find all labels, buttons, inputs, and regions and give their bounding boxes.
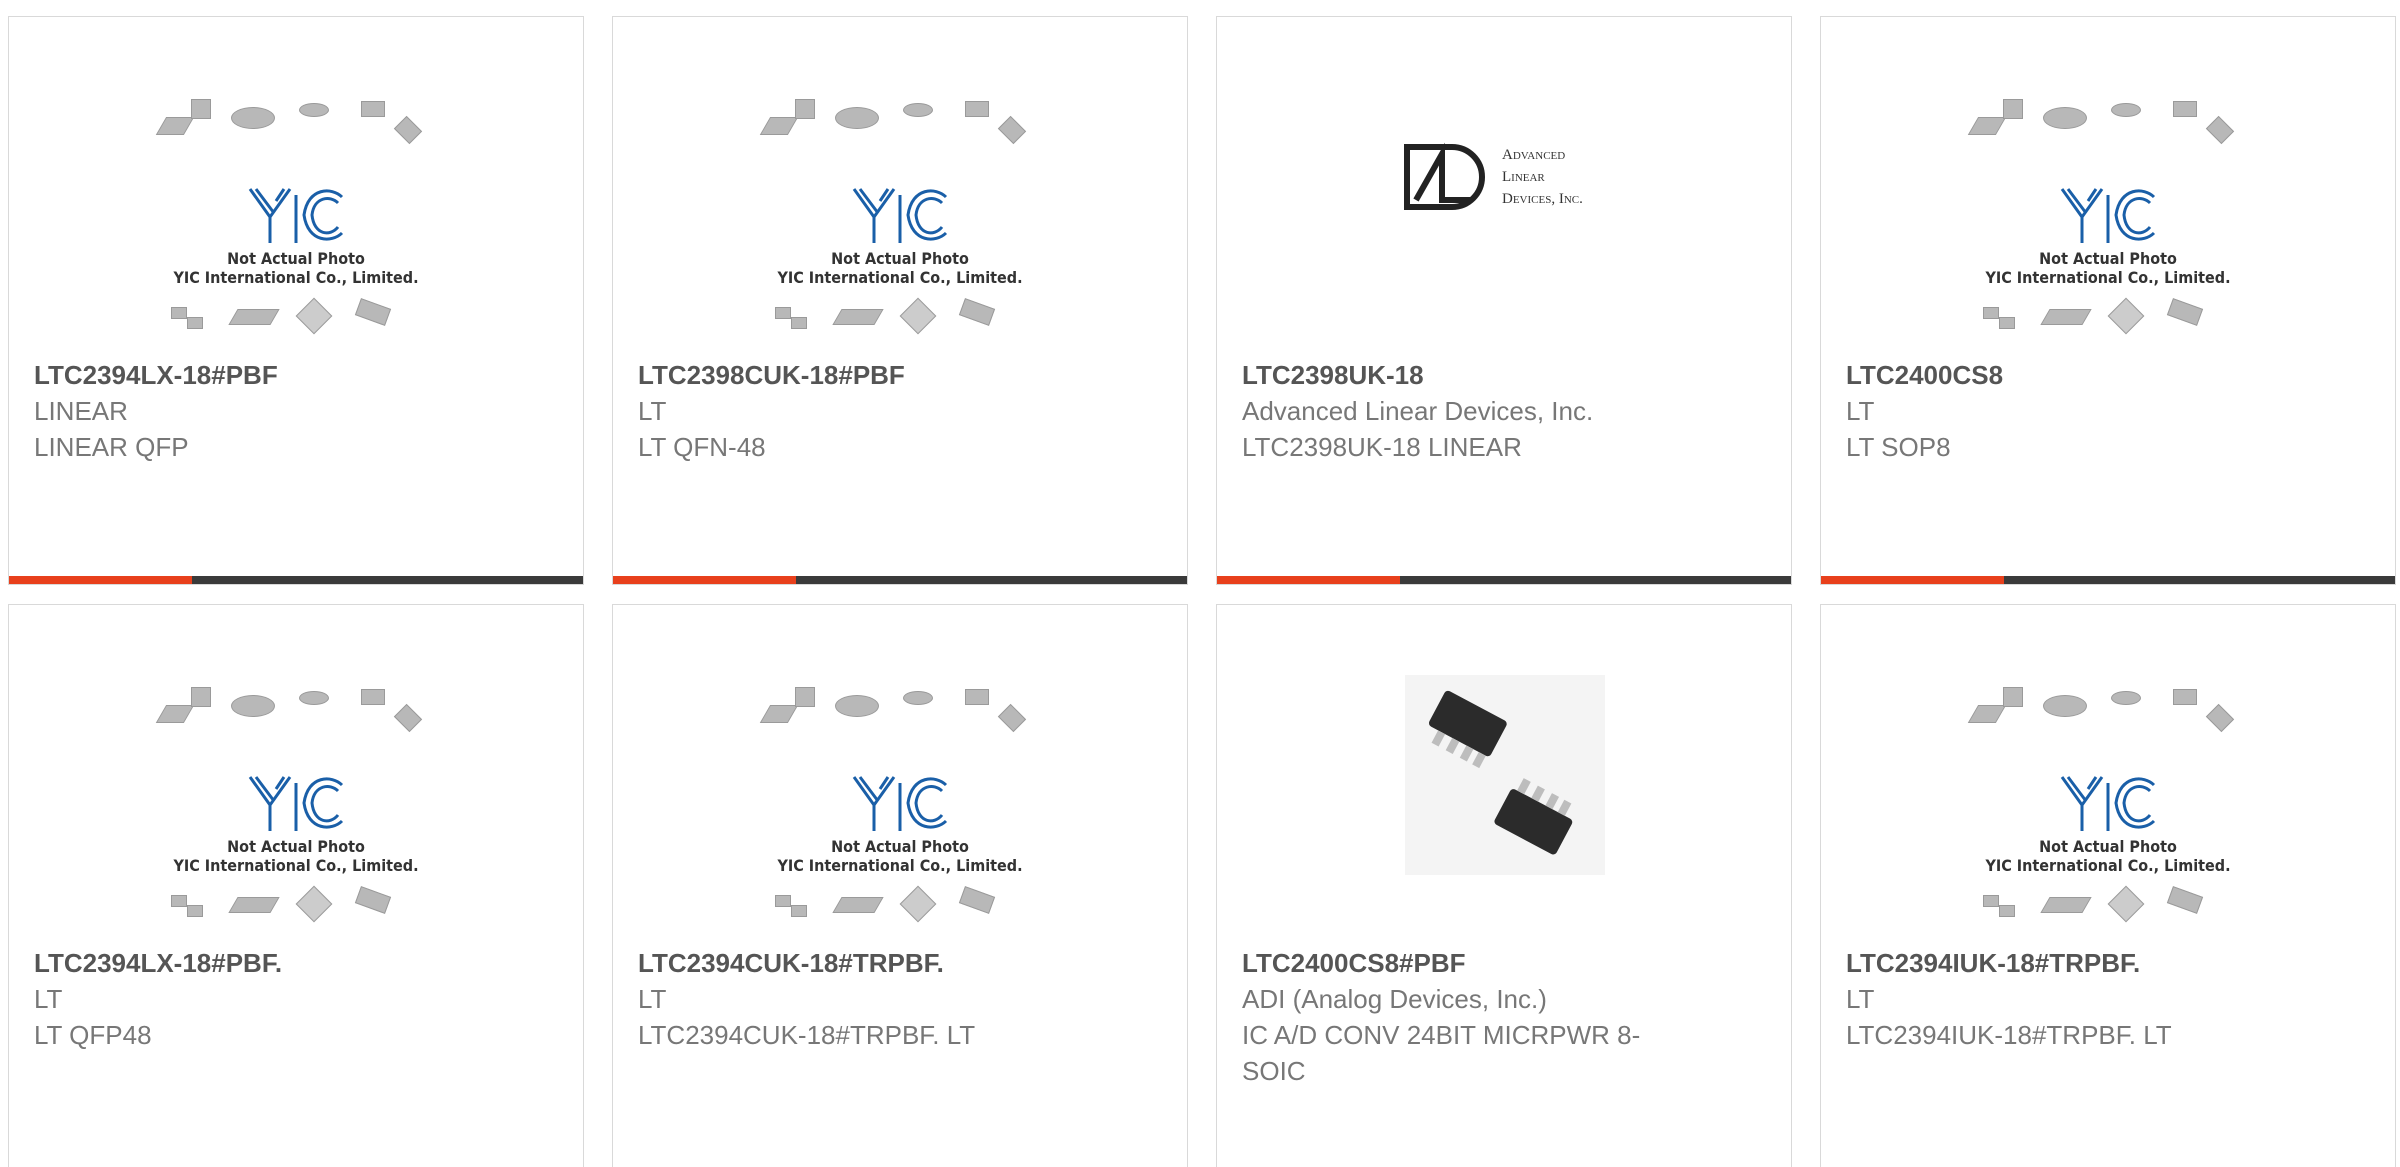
product-part-number[interactable]: LTC2394IUK-18#TRPBF. <box>1846 945 2375 981</box>
product-part-number[interactable]: LTC2394LX-18#PBF. <box>34 945 563 981</box>
product-card[interactable]: Not Actual Photo YIC International Co., … <box>612 16 1188 585</box>
product-image[interactable]: Not Actual Photo YIC International Co., … <box>155 685 431 925</box>
product-part-number[interactable]: LTC2394LX-18#PBF <box>34 357 563 393</box>
placeholder-line2: YIC International Co., Limited. <box>173 268 419 287</box>
product-manufacturer: LT <box>638 984 667 1014</box>
yic-logo-icon <box>1973 773 2243 838</box>
product-card[interactable]: Not Actual Photo YIC International Co., … <box>612 604 1188 1167</box>
product-description: LT QFP48 <box>34 1020 152 1050</box>
product-description: LTC2398UK-18 LINEAR <box>1242 432 1522 462</box>
placeholder-line1: Not Actual Photo <box>2039 249 2177 268</box>
product-card[interactable]: LTC2400CS8#PBF ADI (Analog Devices, Inc.… <box>1216 604 1792 1167</box>
yic-logo-icon <box>161 185 431 250</box>
product-part-number[interactable]: LTC2394CUK-18#TRPBF. <box>638 945 1167 981</box>
placeholder-line1: Not Actual Photo <box>831 249 969 268</box>
product-card[interactable]: Not Actual Photo YIC International Co., … <box>8 604 584 1167</box>
product-description: LT SOP8 <box>1846 432 1951 462</box>
product-manufacturer: LT <box>34 984 63 1014</box>
ald-logo-line1: Advanced <box>1502 147 1566 163</box>
ald-logo-line2: Linear <box>1502 169 1545 185</box>
card-accent-bar <box>9 576 583 584</box>
product-description: IC A/D CONV 24BIT MICRPWR 8-SOIC <box>1242 1020 1641 1086</box>
placeholder-line1: Not Actual Photo <box>227 249 365 268</box>
product-description: LINEAR QFP <box>34 432 189 462</box>
product-description: LT QFN-48 <box>638 432 766 462</box>
product-card[interactable]: Not Actual Photo YIC International Co., … <box>1820 16 2396 585</box>
product-grid: Not Actual Photo YIC International Co., … <box>8 16 2400 1167</box>
product-card[interactable]: Not Actual Photo YIC International Co., … <box>1820 604 2396 1167</box>
ald-logo-line3: Devices, Inc. <box>1502 191 1583 207</box>
product-image[interactable]: Advanced Linear Devices, Inc. <box>1402 142 1622 222</box>
product-image[interactable] <box>1405 675 1605 875</box>
placeholder-line1: Not Actual Photo <box>227 837 365 856</box>
product-image[interactable]: Not Actual Photo YIC International Co., … <box>1967 97 2243 337</box>
product-card[interactable]: Not Actual Photo YIC International Co., … <box>8 16 584 585</box>
placeholder-line1: Not Actual Photo <box>2039 837 2177 856</box>
card-accent-bar <box>1821 576 2395 584</box>
product-part-number[interactable]: LTC2400CS8#PBF <box>1242 945 1771 981</box>
yic-logo-icon <box>765 185 1035 250</box>
product-manufacturer: LT <box>1846 396 1875 426</box>
product-manufacturer: Advanced Linear Devices, Inc. <box>1242 396 1594 426</box>
product-image[interactable]: Not Actual Photo YIC International Co., … <box>155 97 431 337</box>
placeholder-line2: YIC International Co., Limited. <box>777 268 1023 287</box>
product-part-number[interactable]: LTC2400CS8 <box>1846 357 2375 393</box>
placeholder-line2: YIC International Co., Limited. <box>1985 856 2231 875</box>
placeholder-line2: YIC International Co., Limited. <box>173 856 419 875</box>
yic-logo-icon <box>765 773 1035 838</box>
placeholder-line2: YIC International Co., Limited. <box>1985 268 2231 287</box>
card-accent-bar <box>1217 576 1791 584</box>
product-manufacturer: ADI (Analog Devices, Inc.) <box>1242 984 1547 1014</box>
product-part-number[interactable]: LTC2398CUK-18#PBF <box>638 357 1167 393</box>
soic-chip-icon <box>1428 690 1573 855</box>
product-image[interactable]: Not Actual Photo YIC International Co., … <box>759 685 1035 925</box>
placeholder-line1: Not Actual Photo <box>831 837 969 856</box>
card-accent-bar <box>613 576 1187 584</box>
ald-logo-icon <box>1404 142 1485 210</box>
product-image[interactable]: Not Actual Photo YIC International Co., … <box>759 97 1035 337</box>
product-description: LTC2394IUK-18#TRPBF. LT <box>1846 1020 2172 1050</box>
product-image[interactable]: Not Actual Photo YIC International Co., … <box>1967 685 2243 925</box>
placeholder-line2: YIC International Co., Limited. <box>777 856 1023 875</box>
product-part-number[interactable]: LTC2398UK-18 <box>1242 357 1771 393</box>
yic-logo-icon <box>1973 185 2243 250</box>
yic-logo-icon <box>161 773 431 838</box>
product-manufacturer: LINEAR <box>34 396 128 426</box>
product-card[interactable]: Advanced Linear Devices, Inc. LTC2398UK-… <box>1216 16 1792 585</box>
product-description: LTC2394CUK-18#TRPBF. LT <box>638 1020 976 1050</box>
product-manufacturer: LT <box>638 396 667 426</box>
product-manufacturer: LT <box>1846 984 1875 1014</box>
